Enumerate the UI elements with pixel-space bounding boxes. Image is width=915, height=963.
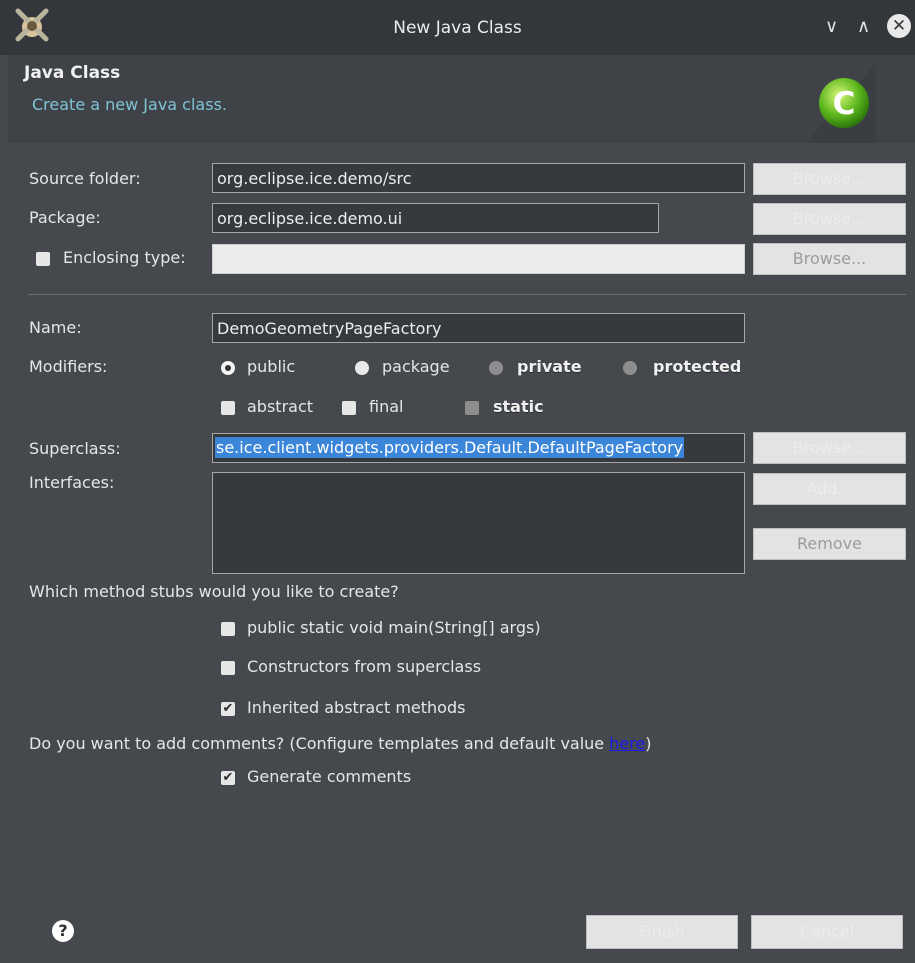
source-folder-label: Source folder: <box>29 169 141 188</box>
enclosing-type-browse-button[interactable]: Browse... <box>753 243 906 275</box>
private-radio-label: private <box>517 357 582 376</box>
help-icon[interactable]: ? <box>52 920 74 942</box>
superclass-browse-button[interactable]: Browse... <box>753 432 906 464</box>
java-class-badge-icon: C <box>806 63 876 143</box>
comments-question-text: Do you want to add comments? (Configure … <box>29 734 610 753</box>
protected-radio[interactable] <box>623 361 637 375</box>
comments-question-end: ) <box>645 734 652 753</box>
enclosing-type-field[interactable] <box>212 244 745 274</box>
interfaces-add-button[interactable]: Add... <box>753 473 906 505</box>
public-radio-label: public <box>247 357 296 376</box>
svg-text:C: C <box>833 86 856 122</box>
minimize-button[interactable]: ∨ <box>825 16 838 37</box>
enclosing-type-label: Enclosing type: <box>63 248 186 267</box>
public-radio[interactable] <box>221 361 235 375</box>
private-radio[interactable] <box>489 361 503 375</box>
package-field[interactable]: org.eclipse.ice.demo.ui <box>212 203 659 233</box>
maximize-button[interactable]: ∧ <box>857 16 870 37</box>
title-bar: New Java Class ∨ ∧ ✕ <box>0 0 915 55</box>
generate-comments-checkbox[interactable]: ✔ <box>221 771 235 785</box>
abstract-checkbox[interactable] <box>221 401 235 415</box>
interfaces-remove-button[interactable]: Remove <box>753 528 906 560</box>
window-title: New Java Class <box>393 18 522 38</box>
package-label: Package: <box>29 208 101 227</box>
finish-button[interactable]: Finish <box>586 915 738 949</box>
cancel-button[interactable]: Cancel <box>751 915 903 949</box>
superclass-selected-text: se.ice.client.widgets.providers.Default.… <box>215 437 685 458</box>
page-description: Create a new Java class. <box>32 95 227 114</box>
inherited-methods-checkbox[interactable]: ✔ <box>221 702 235 716</box>
static-checkbox[interactable] <box>465 401 479 415</box>
final-checkbox[interactable] <box>342 401 356 415</box>
package-browse-button[interactable]: Browse... <box>753 203 906 235</box>
inherited-methods-label: Inherited abstract methods <box>247 698 466 717</box>
interfaces-list[interactable] <box>212 472 745 574</box>
static-checkbox-label: static <box>493 397 544 416</box>
source-folder-field[interactable]: org.eclipse.ice.demo/src <box>212 163 745 193</box>
separator <box>28 294 906 295</box>
close-button[interactable]: ✕ <box>887 14 911 38</box>
comments-question: Do you want to add comments? (Configure … <box>29 734 652 753</box>
generate-comments-label: Generate comments <box>247 767 412 786</box>
method-stubs-question: Which method stubs would you like to cre… <box>29 582 399 601</box>
source-folder-browse-button[interactable]: Browse... <box>753 163 906 195</box>
modifiers-label: Modifiers: <box>29 357 108 376</box>
constructors-label: Constructors from superclass <box>247 657 482 676</box>
package-radio[interactable] <box>355 361 369 375</box>
name-field[interactable]: DemoGeometryPageFactory <box>212 313 745 343</box>
protected-radio-label: protected <box>653 357 742 376</box>
name-label: Name: <box>29 318 82 337</box>
enclosing-type-checkbox[interactable] <box>36 252 50 266</box>
package-radio-label: package <box>382 357 450 376</box>
interfaces-label: Interfaces: <box>29 473 115 492</box>
configure-templates-link[interactable]: here <box>609 734 645 753</box>
constructors-checkbox[interactable] <box>221 661 235 675</box>
new-java-class-dialog: New Java Class ∨ ∧ ✕ Java Class Create a… <box>0 0 915 963</box>
page-title: Java Class <box>24 63 121 83</box>
main-method-label: public static void main(String[] args) <box>247 618 541 637</box>
superclass-field[interactable]: se.ice.client.widgets.providers.Default.… <box>212 433 745 463</box>
wizard-header: Java Class Create a new Java class. C <box>8 55 915 143</box>
superclass-label: Superclass: <box>29 439 121 458</box>
abstract-checkbox-label: abstract <box>247 397 314 416</box>
main-method-checkbox[interactable] <box>221 622 235 636</box>
final-checkbox-label: final <box>369 397 404 416</box>
